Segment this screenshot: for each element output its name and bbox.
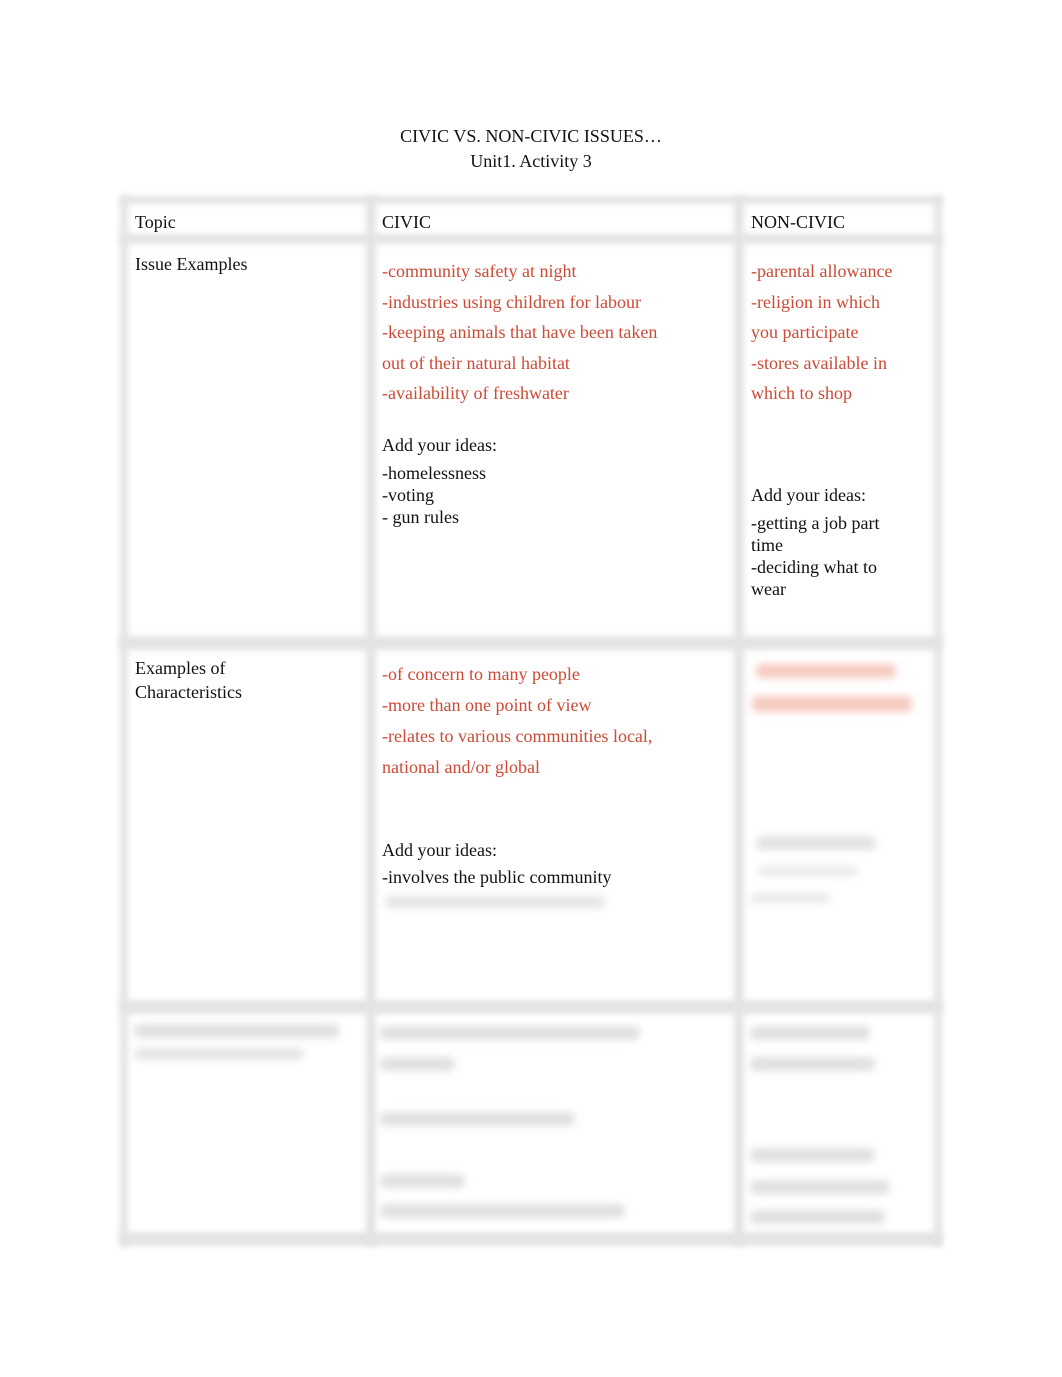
- topic-line: Examples of: [135, 658, 226, 678]
- obscured-text: [750, 1026, 870, 1040]
- idea-item: - gun rules: [382, 507, 459, 527]
- header-topic: Topic: [135, 212, 176, 232]
- list-item: -parental allowance: [751, 261, 893, 281]
- list-item: out of their natural habitat: [382, 352, 570, 373]
- idea-item: time: [751, 535, 783, 555]
- row1-topic: Issue Examples: [135, 254, 248, 274]
- list-item: which to shop: [751, 383, 852, 403]
- header-civic: CIVIC: [382, 212, 431, 232]
- row1-noncivic-given-list: -parental allowance -religion in which y…: [751, 256, 892, 409]
- obscured-text: [380, 1057, 455, 1071]
- document-title: CIVIC VS. NON-CIVIC ISSUES… Unit1. Activ…: [0, 124, 1062, 174]
- idea-item: -deciding what to: [751, 557, 877, 577]
- obscured-text: [380, 1026, 640, 1040]
- obscured-text: [758, 866, 858, 876]
- row2-civic-given-list: -of concern to many people -more than on…: [382, 659, 652, 783]
- list-item: -industries using children for labour: [382, 291, 641, 312]
- obscured-text: [380, 1204, 625, 1218]
- grid-line-row1-bottom: [120, 636, 942, 650]
- obscured-text: [385, 896, 605, 908]
- civic-table: Topic CIVIC NON-CIVIC Issue Examples -co…: [120, 196, 942, 1248]
- title-text: CIVIC VS. NON-CIVIC ISSUES…: [400, 126, 662, 146]
- idea-item: -involves the public community: [382, 867, 612, 887]
- obscured-text: [756, 836, 876, 850]
- row1-civic-ideas-list[interactable]: -homelessness -voting - gun rules: [382, 462, 486, 528]
- obscured-text: [756, 664, 896, 678]
- idea-item: -getting a job part: [751, 513, 880, 533]
- grid-line-left: [120, 196, 128, 1246]
- idea-item: -voting: [382, 485, 434, 505]
- grid-line-top: [120, 196, 942, 204]
- subtitle-text: Unit1. Activity 3: [470, 151, 592, 171]
- idea-item: -homelessness: [382, 463, 486, 483]
- obscured-text: [134, 1024, 339, 1038]
- row2-civic-ideas-list[interactable]: -involves the public community: [382, 866, 611, 888]
- topic-line: Characteristics: [135, 682, 242, 702]
- row1-civic-given-list: -community safety at night -industries u…: [382, 256, 657, 409]
- list-item: -stores available in: [751, 352, 887, 373]
- row1-noncivic-ideas-label: Add your ideas:: [751, 485, 866, 505]
- grid-line-bottom: [120, 1232, 942, 1246]
- obscured-text: [750, 1148, 875, 1162]
- list-item: -relates to various communities local,: [382, 726, 653, 746]
- row2-topic: Examples of Characteristics: [135, 656, 242, 704]
- obscured-text: [750, 1057, 875, 1071]
- idea-item: wear: [751, 579, 786, 599]
- obscured-text: [750, 1180, 890, 1194]
- list-item: national and/or global: [382, 757, 540, 777]
- list-item: -more than one point of view: [382, 695, 592, 715]
- grid-line-right: [934, 196, 942, 1246]
- list-item: you participate: [751, 322, 859, 342]
- list-item: -religion in which: [751, 291, 880, 312]
- list-item: -community safety at night: [382, 261, 577, 281]
- list-item: -availability of freshwater: [382, 383, 569, 403]
- row2-civic-ideas-label: Add your ideas:: [382, 840, 497, 860]
- list-item: -of concern to many people: [382, 664, 580, 684]
- grid-line-col1: [366, 196, 376, 1246]
- row1-civic-ideas-label: Add your ideas:: [382, 435, 497, 455]
- obscured-text: [380, 1174, 465, 1188]
- obscured-text: [134, 1048, 304, 1060]
- grid-line-row2-bottom: [120, 1000, 942, 1014]
- grid-line-header-bottom: [120, 234, 942, 244]
- header-non-civic: NON-CIVIC: [751, 212, 845, 232]
- list-item: -keeping animals that have been taken: [382, 322, 658, 342]
- obscured-text: [750, 1210, 885, 1224]
- obscured-text: [752, 696, 912, 712]
- grid-line-col2: [734, 196, 744, 1246]
- obscured-text: [380, 1112, 575, 1126]
- row1-noncivic-ideas-list[interactable]: -getting a job part time -deciding what …: [751, 512, 879, 600]
- obscured-text: [750, 893, 830, 903]
